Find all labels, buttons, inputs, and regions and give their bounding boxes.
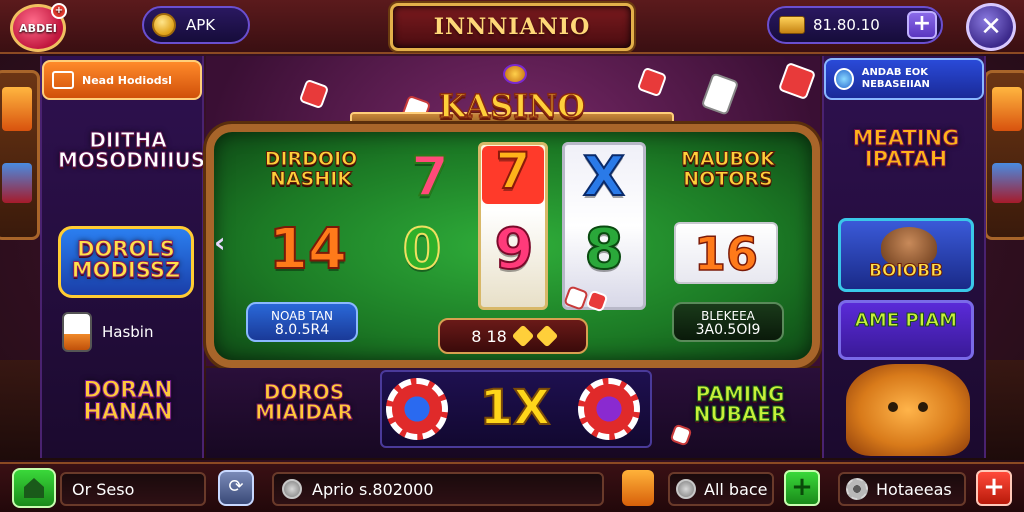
game-tile-diitha[interactable]: DIITHA MOSODNIIUS <box>58 130 206 200</box>
coin-icon <box>676 479 696 499</box>
game-tile-doros[interactable]: DOROS MIAIDAR <box>244 376 364 446</box>
settings-button[interactable]: Hotaeeas <box>838 472 966 506</box>
all-bace-label: All bace <box>704 479 768 499</box>
info-right-value: 3A0.5OI9 <box>695 322 761 338</box>
promo-button[interactable]: ANDAB EOK NEBASEIIAN <box>824 58 984 100</box>
balance-field: Aprio s.802000 <box>272 472 604 506</box>
casino-chip-icon[interactable] <box>578 378 640 440</box>
reel-number: 14 <box>268 217 348 282</box>
news-button[interactable]: Nead Hodiodsl <box>42 60 202 100</box>
coin-icon <box>152 13 176 37</box>
shop-button[interactable] <box>622 470 654 506</box>
gem-icon <box>535 324 559 348</box>
apk-button[interactable]: APK <box>142 6 250 44</box>
profile-button[interactable]: ABDEI + <box>10 3 67 52</box>
all-bace-button[interactable]: All bace <box>668 472 774 506</box>
apk-label: APK <box>186 16 216 34</box>
game-tile-ame-piam[interactable]: AME PIAM <box>838 300 974 360</box>
casino-chip-icon[interactable] <box>386 378 448 440</box>
search-field-text: Or Seso <box>72 480 135 499</box>
game-tile-doran[interactable]: DORAN HANAN <box>62 372 194 448</box>
game-tile-paming[interactable]: PAMING NUBAER <box>676 378 804 444</box>
promo-label: ANDAB EOK NEBASEIIAN <box>861 67 930 90</box>
number-tile: 16 <box>674 222 778 284</box>
bet-label: 8 18 <box>471 326 507 346</box>
tag-icon <box>834 68 854 90</box>
info-left-title: NOAB TAN <box>270 309 334 323</box>
add-funds-button[interactable]: + <box>907 11 937 39</box>
game-tile-label: BOIOBB <box>868 261 944 282</box>
profile-label: ABDEI <box>19 21 57 35</box>
slot-machine-decoration-right <box>984 70 1024 240</box>
info-panel-right: BLEKEEA 3A0.5OI9 <box>672 302 784 342</box>
slot-machine-decoration-left <box>0 70 40 240</box>
hasbin-button[interactable]: Hasbin <box>62 308 202 356</box>
reel-number: 0 <box>402 217 443 282</box>
reel-number: 8 <box>584 217 625 282</box>
info-left-value: 8.0.5R4 <box>274 322 330 338</box>
dice-icon <box>62 312 92 352</box>
red-add-button[interactable]: + <box>976 470 1012 506</box>
home-icon <box>24 478 44 498</box>
bet-button[interactable]: 8 18 <box>438 318 588 354</box>
game-tile-boiobb[interactable]: BOIOBB <box>838 218 974 292</box>
gem-icon <box>511 324 535 348</box>
game-title: INNNIANIO <box>390 3 634 51</box>
settings-label: Hotaeeas <box>876 479 952 499</box>
add-button[interactable]: + <box>784 470 820 506</box>
reel-symbol: X <box>582 145 626 208</box>
gold-bars-icon <box>779 16 805 34</box>
table-label-left: DIRDOIO NASHIK <box>264 148 358 190</box>
game-tile-meating[interactable]: MEATING IPATAH <box>836 127 976 200</box>
game-tile-dorols[interactable]: DOROLS MODISSZ <box>58 226 194 298</box>
newspaper-icon <box>52 71 74 89</box>
hasbin-label: Hasbin <box>102 323 154 341</box>
close-button[interactable]: ✕ <box>966 3 1016 51</box>
gear-icon <box>846 478 868 500</box>
refresh-button[interactable]: ⟳ <box>218 470 254 506</box>
notification-badge: + <box>51 3 67 19</box>
reel-symbol: 7 <box>482 145 544 204</box>
previous-arrow-button[interactable]: ‹ <box>214 226 226 259</box>
home-button[interactable] <box>12 468 56 508</box>
info-right-title: BLEKEEA <box>701 309 755 323</box>
reel-number: 9 <box>494 217 535 282</box>
balance-display: 81.80.10 + <box>767 6 943 44</box>
lion-icon <box>846 364 970 456</box>
balance-field-text: Aprio s.802000 <box>312 479 434 499</box>
news-label: Nead Hodiodsl <box>82 73 172 87</box>
coin-icon <box>282 479 302 499</box>
balance-value: 81.80.10 <box>813 16 880 34</box>
info-panel-left: NOAB TAN 8.0.5R4 <box>246 302 358 342</box>
table-label-right: MAUBOK NOTORS <box>681 148 776 190</box>
reel-symbol: 7 <box>410 145 450 208</box>
multiplier-label: 1X <box>479 379 551 437</box>
